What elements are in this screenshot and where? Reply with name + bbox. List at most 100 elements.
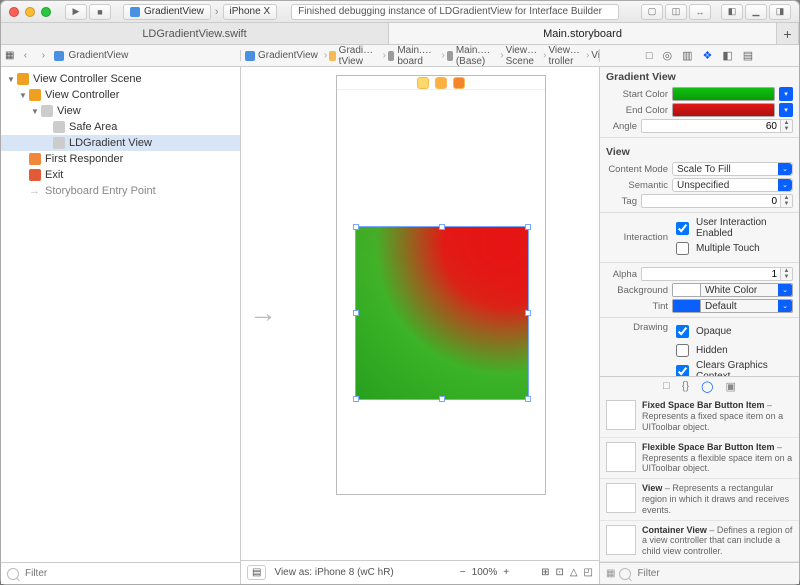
resize-handle[interactable] bbox=[353, 396, 359, 402]
scheme-device-label: iPhone X bbox=[230, 6, 271, 17]
toggle-inspector-button[interactable]: ◨ bbox=[769, 4, 791, 20]
content-mode-select[interactable]: Scale To Fill⌄ bbox=[672, 162, 793, 176]
toggle-debug-button[interactable]: ▁ bbox=[745, 4, 767, 20]
user-interaction-checkbox[interactable] bbox=[676, 222, 689, 235]
resize-handle[interactable] bbox=[353, 310, 359, 316]
outline-row-safearea[interactable]: Safe Area bbox=[1, 119, 240, 135]
main: ▼View Controller Scene ▼View Controller … bbox=[1, 67, 799, 584]
tag-input[interactable] bbox=[641, 194, 781, 208]
jump-bar: ▦ ‹ › GradientView GradientView Gradi…tV… bbox=[1, 45, 799, 67]
firstresponder-icon bbox=[29, 153, 41, 165]
media-library-icon[interactable]: ▣ bbox=[725, 380, 735, 393]
connections-inspector-icon[interactable]: ▤ bbox=[743, 49, 753, 62]
history-forward-button[interactable]: › bbox=[36, 50, 50, 61]
scene-frame[interactable] bbox=[336, 75, 546, 495]
editor-version-button[interactable]: ↔ bbox=[689, 4, 711, 20]
editor-assistant-button[interactable]: ◫ bbox=[665, 4, 687, 20]
attributes-inspector-icon[interactable]: ❖ bbox=[702, 49, 712, 62]
resize-handle[interactable] bbox=[525, 224, 531, 230]
outline-row-exit[interactable]: Exit bbox=[1, 167, 240, 183]
hidden-checkbox[interactable] bbox=[676, 344, 689, 357]
add-tab-button[interactable]: + bbox=[777, 23, 799, 44]
resize-handle[interactable] bbox=[439, 224, 445, 230]
tint-color-well[interactable]: Default⌄ bbox=[672, 299, 793, 313]
minimize-window-icon[interactable] bbox=[25, 7, 35, 17]
size-inspector-icon[interactable]: ◧ bbox=[722, 49, 732, 62]
outline-row-view[interactable]: ▼ View bbox=[1, 103, 240, 119]
canvas-viewport[interactable]: → bbox=[241, 67, 599, 560]
editor-standard-button[interactable]: ▢ bbox=[641, 4, 663, 20]
outline-label: View bbox=[57, 105, 81, 117]
tag-stepper[interactable]: ▲▼ bbox=[641, 194, 793, 208]
scheme-device[interactable]: iPhone X bbox=[223, 4, 278, 20]
step-down-icon[interactable]: ▼ bbox=[781, 274, 792, 280]
history-back-button[interactable]: ‹ bbox=[18, 50, 32, 61]
color-popup-button[interactable]: ▾ bbox=[779, 103, 793, 117]
breadcrumb[interactable]: GradientView Gradi…tView Main.…board Mai… bbox=[241, 45, 599, 67]
semantic-select[interactable]: Unspecified⌄ bbox=[672, 178, 793, 192]
outline-row-ldgradientview[interactable]: LDGradient View bbox=[1, 135, 240, 151]
library-filter-input[interactable] bbox=[635, 567, 793, 580]
opaque-checkbox[interactable] bbox=[676, 325, 689, 338]
view-as-label[interactable]: View as: iPhone 8 (wC hR) bbox=[274, 567, 393, 578]
tab-ldgradientview-swift[interactable]: LDGradientView.swift bbox=[1, 23, 389, 44]
outline-toggle-button[interactable]: ▤ bbox=[247, 565, 266, 580]
alpha-stepper[interactable]: ▲▼ bbox=[641, 267, 793, 281]
pin-menu-button[interactable]: ⊡ bbox=[555, 567, 563, 578]
outline-row-firstresponder[interactable]: First Responder bbox=[1, 151, 240, 167]
tab-main-storyboard[interactable]: Main.storyboard bbox=[389, 23, 777, 44]
filter-icon[interactable] bbox=[619, 568, 631, 580]
library-item[interactable]: Container View – Defines a region of a v… bbox=[600, 521, 799, 562]
identity-inspector-icon[interactable]: ▥ bbox=[682, 49, 692, 62]
angle-input[interactable] bbox=[641, 119, 781, 133]
scheme-target[interactable]: GradientView bbox=[123, 4, 211, 20]
filter-icon[interactable] bbox=[7, 568, 19, 580]
end-color-well[interactable] bbox=[672, 103, 775, 117]
grid-view-icon[interactable]: ▦ bbox=[606, 568, 615, 579]
resize-handle[interactable] bbox=[525, 310, 531, 316]
zoom-in-button[interactable]: + bbox=[503, 567, 509, 578]
alpha-input[interactable] bbox=[641, 267, 781, 281]
resize-handle[interactable] bbox=[439, 396, 445, 402]
outline-filter-input[interactable] bbox=[23, 567, 234, 580]
outline-row-entrypoint[interactable]: →Storyboard Entry Point bbox=[1, 183, 240, 199]
library-item[interactable]: Fixed Space Bar Button Item – Represents… bbox=[600, 396, 799, 437]
start-color-well[interactable] bbox=[672, 87, 775, 101]
disclosure-triangle-icon[interactable]: ▼ bbox=[7, 75, 17, 84]
library-item[interactable]: View – Represents a rectangular region i… bbox=[600, 479, 799, 520]
align-menu-button[interactable]: ⊞ bbox=[541, 567, 549, 578]
library-thumb bbox=[606, 483, 636, 513]
resize-handle[interactable] bbox=[525, 396, 531, 402]
file-inspector-icon[interactable]: □ bbox=[646, 50, 653, 62]
step-down-icon[interactable]: ▼ bbox=[781, 126, 792, 132]
outline-row-scene[interactable]: ▼View Controller Scene bbox=[1, 71, 240, 87]
close-window-icon[interactable] bbox=[9, 7, 19, 17]
navigator-mode-icon[interactable]: ▦ bbox=[5, 50, 14, 61]
outline-tree[interactable]: ▼View Controller Scene ▼View Controller … bbox=[1, 67, 240, 562]
clears-context-checkbox[interactable] bbox=[676, 365, 689, 377]
resize-handle[interactable] bbox=[353, 224, 359, 230]
background-color-well[interactable]: White Color⌄ bbox=[672, 283, 793, 297]
object-library-icon[interactable]: ◯ bbox=[701, 380, 713, 393]
toggle-navigator-button[interactable]: ◧ bbox=[721, 4, 743, 20]
step-down-icon[interactable]: ▼ bbox=[781, 201, 792, 207]
zoom-out-button[interactable]: − bbox=[460, 567, 466, 578]
embed-menu-button[interactable]: ◰ bbox=[584, 567, 593, 578]
zoom-level[interactable]: 100% bbox=[472, 567, 498, 578]
stop-button[interactable]: ■ bbox=[89, 4, 111, 20]
disclosure-triangle-icon[interactable]: ▼ bbox=[19, 91, 29, 100]
snippet-library-icon[interactable]: {} bbox=[682, 380, 689, 393]
quickhelp-inspector-icon[interactable]: ◎ bbox=[662, 49, 672, 62]
zoom-window-icon[interactable] bbox=[41, 7, 51, 17]
color-popup-button[interactable]: ▾ bbox=[779, 87, 793, 101]
jump-root-label[interactable]: GradientView bbox=[68, 50, 128, 61]
resolve-menu-button[interactable]: △ bbox=[570, 567, 578, 578]
library-item[interactable]: Flexible Space Bar Button Item – Represe… bbox=[600, 438, 799, 479]
disclosure-triangle-icon[interactable]: ▼ bbox=[31, 107, 41, 116]
outline-row-viewcontroller[interactable]: ▼View Controller bbox=[1, 87, 240, 103]
ldgradientview-selection[interactable] bbox=[355, 226, 529, 400]
angle-stepper[interactable]: ▲▼ bbox=[641, 119, 793, 133]
run-button[interactable]: ▶ bbox=[65, 4, 87, 20]
file-library-icon[interactable]: □ bbox=[663, 380, 670, 393]
multitouch-checkbox[interactable] bbox=[676, 242, 689, 255]
